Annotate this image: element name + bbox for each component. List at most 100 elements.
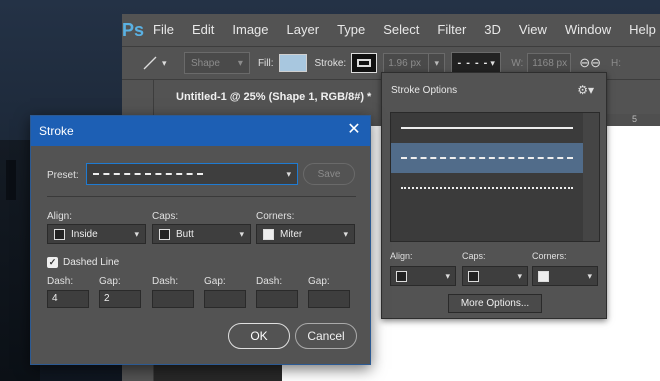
gap-label-3: Gap:	[308, 276, 330, 287]
align-dropdown[interactable]: Inside ▾	[47, 224, 146, 244]
link-icon[interactable]: ⊖⊖	[579, 55, 601, 71]
more-options-button[interactable]: More Options...	[448, 294, 542, 313]
gear-icon[interactable]: ⚙▾	[577, 83, 594, 97]
menu-image[interactable]: Image	[223, 14, 277, 46]
align-label: Align:	[390, 251, 413, 261]
gap-field-3[interactable]	[308, 290, 350, 308]
stroke-style-dotted[interactable]	[391, 173, 599, 203]
caps-label: Caps:	[152, 211, 179, 222]
ok-button[interactable]: OK	[228, 323, 290, 349]
dashed-line-preview-icon	[93, 173, 203, 175]
menu-edit[interactable]: Edit	[183, 14, 223, 46]
caps-dropdown[interactable]: Butt ▾	[152, 224, 251, 244]
fill-color-swatch[interactable]	[278, 54, 307, 72]
stroke-dialog: Stroke ✕ Preset: ▾ Save Align: Caps: Cor…	[30, 115, 371, 365]
caps-dropdown[interactable]: ▾	[462, 266, 528, 286]
dash-label-3: Dash:	[256, 276, 283, 287]
width-label: W:	[511, 57, 524, 69]
butt-cap-icon	[468, 270, 479, 282]
gap-field-2[interactable]	[204, 290, 246, 308]
chevron-down-icon: ▾	[490, 57, 495, 68]
document-tab[interactable]: Untitled-1 @ 25% (Shape 1, RGB/8#) *	[166, 82, 382, 112]
menu-layer[interactable]: Layer	[278, 14, 329, 46]
preset-dropdown[interactable]: ▾	[86, 163, 298, 185]
stroke-width-field[interactable]: 1.96 px	[383, 53, 430, 73]
menu-bar: Ps File Edit Image Layer Type Select Fil…	[122, 14, 660, 46]
stroke-style-dashed[interactable]	[391, 143, 599, 173]
miter-corner-icon	[263, 228, 274, 240]
cancel-button[interactable]: Cancel	[295, 323, 357, 349]
stroke-color-swatch[interactable]	[351, 53, 378, 73]
preset-label: Preset:	[47, 170, 79, 181]
stroke-options-panel: Stroke Options ⚙▾ Align: Caps: Corners: …	[381, 72, 607, 319]
line-tool-preset[interactable]: ▾	[128, 50, 172, 76]
chevron-down-icon: ▾	[239, 228, 244, 239]
stroke-preview-icon	[357, 59, 372, 67]
menu-filter[interactable]: Filter	[428, 14, 475, 46]
gap-label-1: Gap:	[99, 276, 121, 287]
dash-field-1[interactable]: 4	[47, 290, 89, 308]
dash-label-1: Dash:	[47, 276, 74, 287]
list-scrollbar[interactable]	[583, 113, 599, 241]
dash-field-3[interactable]	[256, 290, 298, 308]
dashed-line-checkbox[interactable]: ✓	[47, 257, 58, 268]
align-inside-icon	[54, 228, 65, 240]
gap-field-1[interactable]: 2	[99, 290, 141, 308]
line-tool-icon	[143, 56, 157, 70]
align-value: Inside	[71, 228, 98, 240]
photoshop-logo: Ps	[122, 19, 145, 40]
dash-label-2: Dash:	[152, 276, 179, 287]
menu-help[interactable]: Help	[620, 14, 660, 46]
gap-label-2: Gap:	[204, 276, 226, 287]
chevron-down-icon: ▾	[134, 228, 139, 239]
menu-type[interactable]: Type	[328, 14, 374, 46]
menu-window[interactable]: Window	[556, 14, 620, 46]
corners-label: Corners:	[532, 251, 567, 261]
chevron-down-icon: ▾	[445, 270, 450, 281]
dash-field-2[interactable]	[152, 290, 194, 308]
chevron-down-icon: ▾	[237, 57, 243, 69]
chevron-down-icon: ▾	[286, 168, 291, 179]
align-label: Align:	[47, 211, 73, 222]
close-icon[interactable]: ✕	[346, 122, 362, 138]
corners-label: Corners:	[256, 211, 295, 222]
menu-select[interactable]: Select	[374, 14, 428, 46]
caps-label: Caps:	[462, 251, 486, 261]
dashed-line-icon: - - - -	[457, 57, 489, 69]
fill-label: Fill:	[257, 57, 274, 69]
dialog-title-bar[interactable]: Stroke	[31, 116, 370, 146]
butt-cap-icon	[159, 228, 170, 240]
chevron-down-icon: ▾	[587, 270, 592, 281]
stroke-options-title: Stroke Options	[391, 85, 458, 96]
chevron-down-icon: ▾	[343, 228, 348, 239]
width-field[interactable]: 1168 px	[527, 53, 572, 73]
height-label: H:	[611, 57, 622, 69]
align-dropdown[interactable]: ▾	[390, 266, 456, 286]
menu-view[interactable]: View	[510, 14, 556, 46]
corners-dropdown[interactable]: ▾	[532, 266, 598, 286]
solid-line-icon	[401, 127, 573, 129]
divider	[47, 196, 356, 197]
chevron-down-icon: ▾	[517, 270, 522, 281]
dashed-line-label: Dashed Line	[63, 257, 120, 268]
shape-mode-value: Shape	[191, 57, 220, 69]
stroke-label: Stroke:	[314, 57, 347, 69]
dashed-line-icon	[401, 157, 573, 159]
stroke-style-list	[390, 112, 600, 242]
menu-file[interactable]: File	[144, 14, 183, 46]
corners-value: Miter	[280, 228, 303, 240]
dotted-line-icon	[401, 187, 573, 189]
chevron-down-icon: ▾	[162, 57, 167, 68]
dashed-line-toggle[interactable]: ✓ Dashed Line	[47, 257, 119, 268]
save-preset-button[interactable]: Save	[303, 163, 355, 185]
shape-mode-dropdown[interactable]: Shape ▾	[184, 52, 250, 74]
align-inside-icon	[396, 270, 407, 282]
stroke-style-solid[interactable]	[391, 113, 599, 143]
stroke-width-dropdown[interactable]: ▾	[429, 53, 446, 73]
corners-dropdown[interactable]: Miter ▾	[256, 224, 355, 244]
stroke-type-dropdown[interactable]: - - - - ▾	[451, 52, 502, 74]
caps-value: Butt	[176, 228, 194, 240]
menu-3d[interactable]: 3D	[475, 14, 510, 46]
dialog-title: Stroke	[39, 124, 74, 138]
miter-corner-icon	[538, 270, 549, 282]
